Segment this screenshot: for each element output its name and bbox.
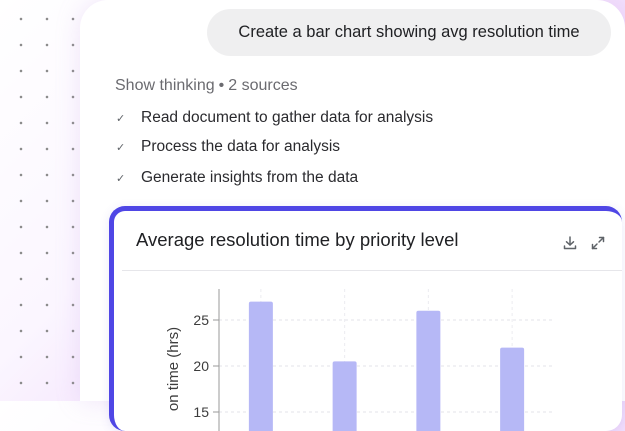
- thinking-step-label: Read document to gather data for analysi…: [141, 109, 434, 126]
- thinking-step: ✓ Generate insights from the data: [116, 169, 358, 187]
- y-tick-label: 25: [193, 312, 209, 328]
- thinking-step-label: Generate insights from the data: [141, 169, 359, 186]
- chart-card: Average resolution time by priority leve…: [109, 206, 622, 431]
- y-tick-label: 15: [193, 404, 209, 420]
- bar[interactable]: [500, 347, 525, 431]
- user-prompt-bubble: Create a bar chart showing avg resolutio…: [207, 9, 611, 56]
- check-icon: ✓: [116, 141, 126, 154]
- show-thinking-label[interactable]: Show thinking: [115, 77, 215, 94]
- thinking-step: ✓ Process the data for analysis: [116, 138, 340, 156]
- bar[interactable]: [416, 310, 441, 431]
- show-thinking-toggle[interactable]: Show thinking • 2 sources: [115, 77, 298, 95]
- check-icon: ✓: [116, 172, 126, 185]
- sources-link[interactable]: 2 sources: [228, 77, 297, 94]
- y-tick-label: 20: [193, 358, 209, 374]
- y-axis-label: on time (hrs): [165, 327, 182, 411]
- bar-chart: 25 20 15 on time (hrs): [165, 289, 554, 431]
- thinking-separator: •: [218, 77, 225, 94]
- bar[interactable]: [248, 301, 273, 431]
- thinking-step-label: Process the data for analysis: [141, 138, 341, 155]
- thinking-step: ✓ Read document to gather data for analy…: [116, 109, 433, 127]
- check-icon: ✓: [116, 112, 126, 125]
- bar[interactable]: [332, 361, 357, 431]
